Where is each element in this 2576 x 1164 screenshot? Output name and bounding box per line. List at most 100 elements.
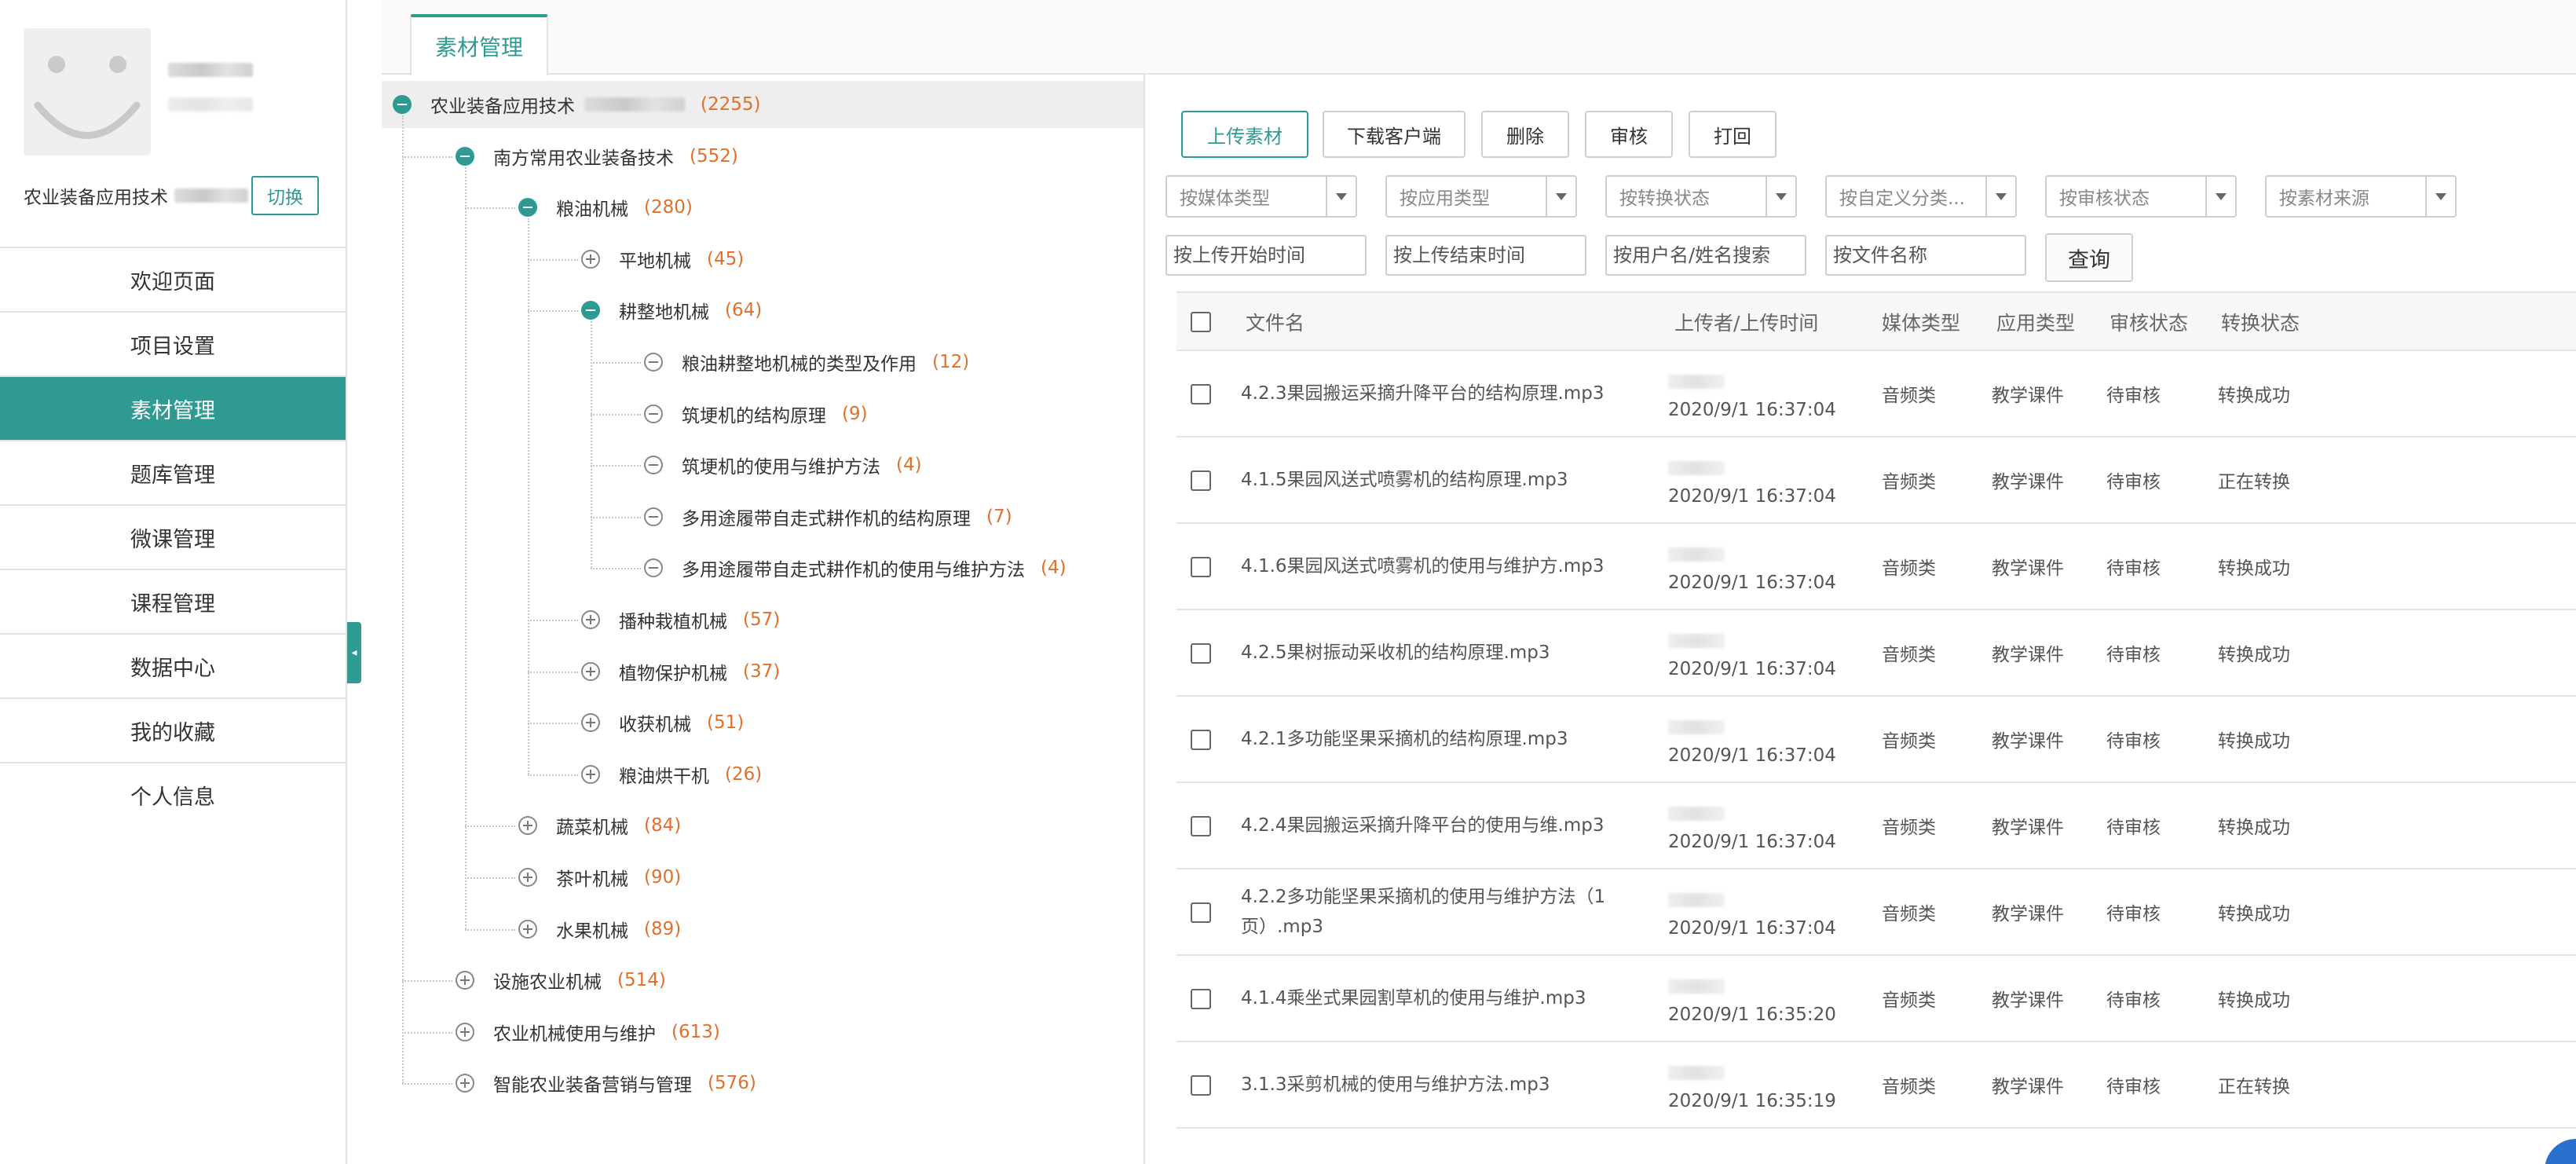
table-row[interactable]: 4.1.5果园风送式喷雾机的结构原理.mp3 2020/9/1 16:37:04 音… — [1176, 437, 2576, 524]
tree-node[interactable]: 农业机械使用与维护 (613) — [382, 1008, 1143, 1056]
collapse-icon[interactable] — [518, 198, 537, 217]
collapse-icon[interactable] — [456, 147, 474, 166]
tree-node[interactable]: 筑埂机的使用与维护方法 (4) — [382, 441, 1143, 489]
expand-icon[interactable] — [581, 662, 600, 681]
sidebar-item-welcome[interactable]: 欢迎页面 — [0, 247, 346, 311]
tree-connector — [465, 207, 515, 209]
media-type-select[interactable]: 按媒体类型 — [1165, 175, 1357, 218]
expand-icon[interactable] — [456, 1074, 474, 1093]
sidebar-item-profile[interactable]: 个人信息 — [0, 762, 346, 826]
collapse-icon[interactable] — [393, 95, 412, 114]
expand-icon[interactable] — [581, 765, 600, 784]
expand-icon[interactable] — [456, 1023, 474, 1041]
redacted-text — [584, 97, 685, 112]
audit-status-select[interactable]: 按审核状态 — [2045, 175, 2237, 218]
chevron-down-icon — [1985, 177, 2015, 216]
convert-status-select[interactable]: 按转换状态 — [1605, 175, 1797, 218]
file-name-input[interactable] — [1825, 235, 2026, 276]
table-row[interactable]: 4.2.4果园搬运采摘升降平台的使用与维.mp3 2020/9/1 16:37:0… — [1176, 783, 2576, 869]
tree-node-label: 水果机械 — [556, 921, 628, 942]
row-checkbox[interactable] — [1191, 643, 1211, 664]
table-row[interactable]: 4.2.3果园搬运采摘升降平台的结构原理.mp3 2020/9/1 16:37:0… — [1176, 351, 2576, 437]
select-all-checkbox[interactable] — [1191, 312, 1211, 332]
row-checkbox[interactable] — [1191, 384, 1211, 404]
tree-connector — [528, 620, 578, 621]
tree-node-count: (4) — [1041, 558, 1067, 578]
table-row[interactable]: 4.1.4乘坐式果园割草机的使用与维护.mp3 2020/9/1 16:35:20… — [1176, 956, 2576, 1042]
query-button[interactable]: 查询 — [2045, 233, 2133, 282]
tree-node[interactable]: 农业装备应用技术 (2255) — [382, 81, 1143, 128]
row-checkbox[interactable] — [1191, 730, 1211, 750]
tree-node[interactable]: 南方常用农业装备技术 (552) — [382, 133, 1143, 180]
tree-node-label: 粮油烘干机 — [619, 767, 709, 787]
row-select-cell — [1191, 643, 1211, 664]
uploader-redacted — [1668, 461, 1725, 475]
tree-node[interactable]: 收获机械 (51) — [382, 699, 1143, 746]
upload-time-cell: 2020/9/1 16:37:04 — [1668, 745, 1836, 766]
sidebar-item-question-bank[interactable]: 题库管理 — [0, 440, 346, 504]
sidebar-item-micro-courses[interactable]: 微课管理 — [0, 504, 346, 569]
expand-icon[interactable] — [456, 971, 474, 990]
tree-connector — [402, 1083, 452, 1085]
row-checkbox[interactable] — [1191, 902, 1211, 923]
tree-node[interactable]: 粮油耕整地机械的类型及作用 (12) — [382, 339, 1143, 386]
app-type-select[interactable]: 按应用类型 — [1385, 175, 1577, 218]
custom-category-select[interactable]: 按自定义分类... — [1825, 175, 2017, 218]
sidebar-item-materials[interactable]: 素材管理 — [0, 375, 346, 440]
upload-end-time-input[interactable] — [1385, 235, 1586, 276]
table-row[interactable]: 4.2.2多功能坚果采摘机的使用与维护方法（1页）.mp3 2020/9/1 16… — [1176, 869, 2576, 956]
tree-node-label: 蔬菜机械 — [556, 818, 628, 838]
sidebar-item-project-settings[interactable]: 项目设置 — [0, 311, 346, 375]
tree-node[interactable]: 智能农业装备营销与管理 (576) — [382, 1060, 1143, 1107]
table-row[interactable]: 4.2.1多功能坚果采摘机的结构原理.mp3 2020/9/1 16:37:04 音… — [1176, 697, 2576, 783]
download-client-button[interactable]: 下载客户端 — [1323, 111, 1465, 158]
row-select-cell — [1191, 384, 1211, 404]
table-row[interactable]: 4.2.5果树振动采收机的结构原理.mp3 2020/9/1 16:37:04 音频… — [1176, 610, 2576, 697]
row-checkbox[interactable] — [1191, 1075, 1211, 1096]
upload-material-button[interactable]: 上传素材 — [1181, 111, 1308, 158]
tree-node-label: 农业机械使用与维护 — [493, 1024, 656, 1045]
upload-start-time-input[interactable] — [1165, 235, 1367, 276]
tree-node-label: 多用途履带自走式耕作机的结构原理 — [682, 509, 971, 529]
row-checkbox[interactable] — [1191, 989, 1211, 1009]
sidebar-item-favorites[interactable]: 我的收藏 — [0, 697, 346, 762]
reject-button[interactable]: 打回 — [1689, 111, 1776, 158]
material-source-select[interactable]: 按素材来源 — [2265, 175, 2457, 218]
upload-time-cell: 2020/9/1 16:37:04 — [1668, 659, 1836, 679]
tree-node[interactable]: 多用途履带自走式耕作机的结构原理 (7) — [382, 493, 1143, 540]
sidebar-item-courses[interactable]: 课程管理 — [0, 569, 346, 633]
expand-icon[interactable] — [518, 816, 537, 835]
expand-icon[interactable] — [518, 868, 537, 887]
collapse-icon[interactable] — [581, 301, 600, 320]
row-checkbox[interactable] — [1191, 557, 1211, 577]
tree-connector — [402, 1032, 452, 1034]
delete-button[interactable]: 删除 — [1481, 111, 1569, 158]
tree-node[interactable]: 粮油烘干机 (26) — [382, 751, 1143, 798]
row-checkbox[interactable] — [1191, 470, 1211, 491]
expand-icon[interactable] — [581, 610, 600, 629]
tree-node[interactable]: 耕整地机械 (64) — [382, 287, 1143, 334]
sidebar-collapse-handle[interactable]: ◂ — [347, 622, 361, 683]
tree-node-count: (57) — [743, 609, 781, 630]
switch-org-button[interactable]: 切换 — [251, 176, 319, 215]
sidebar-item-data-center[interactable]: 数据中心 — [0, 633, 346, 697]
review-button[interactable]: 审核 — [1585, 111, 1673, 158]
tree-node[interactable]: 平地机械 (45) — [382, 236, 1143, 283]
tree-node[interactable]: 筑埂机的结构原理 (9) — [382, 390, 1143, 437]
user-search-input[interactable] — [1605, 235, 1806, 276]
row-checkbox[interactable] — [1191, 816, 1211, 836]
table-row[interactable]: 4.1.6果园风送式喷雾机的使用与维护方.mp3 2020/9/1 16:37:0… — [1176, 524, 2576, 610]
tree-node[interactable]: 植物保护机械 (37) — [382, 648, 1143, 695]
expand-icon[interactable] — [581, 713, 600, 732]
table-row[interactable]: 3.1.3采剪机械的使用与维护方法.mp3 2020/9/1 16:35:19 音频… — [1176, 1042, 2576, 1129]
tab-materials[interactable]: 素材管理 — [410, 14, 549, 76]
expand-icon[interactable] — [581, 250, 600, 269]
expand-icon[interactable] — [518, 920, 537, 939]
tree-node-label: 耕整地机械 — [619, 302, 709, 323]
username-redacted — [168, 63, 253, 77]
tree-node[interactable]: 设施农业机械 (514) — [382, 957, 1143, 1004]
tree-node[interactable]: 多用途履带自走式耕作机的使用与维护方法 (4) — [382, 544, 1143, 591]
row-select-cell — [1191, 989, 1211, 1009]
file-name-cell: 4.2.2多功能坚果采摘机的使用与维护方法（1页）.mp3 — [1241, 887, 1606, 937]
tree-node[interactable]: 播种栽植机械 (57) — [382, 596, 1143, 643]
